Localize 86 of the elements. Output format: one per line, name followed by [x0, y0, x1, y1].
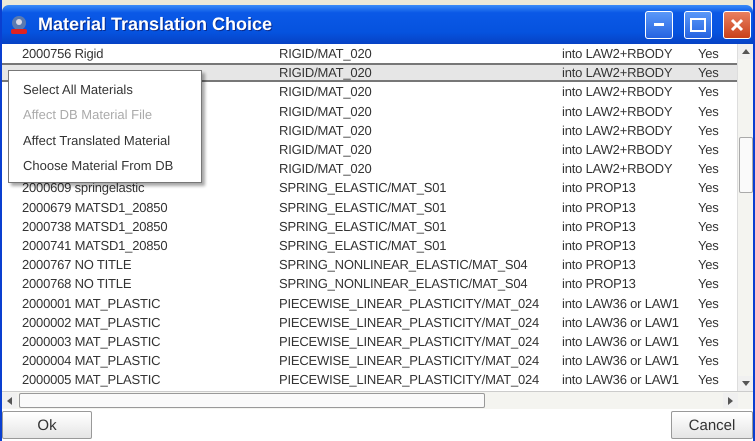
- maximize-button[interactable]: [684, 10, 712, 38]
- table-cell[interactable]: into PROP13: [562, 255, 698, 274]
- table-cell[interactable]: Yes: [698, 198, 737, 217]
- table-cell[interactable]: PIECEWISE_LINEAR_PLASTICITY/MAT_024: [279, 312, 562, 332]
- table-cell[interactable]: Yes: [698, 255, 737, 274]
- table-cell[interactable]: into LAW36 or LAW1: [562, 351, 698, 370]
- table-cell[interactable]: Yes: [698, 159, 737, 178]
- table-cell[interactable]: into LAW2+RBODY: [562, 82, 698, 102]
- table-cell[interactable]: Yes: [698, 102, 737, 121]
- table-cell[interactable]: into PROP13: [562, 198, 698, 217]
- table-cell[interactable]: Yes: [698, 44, 737, 64]
- close-button[interactable]: [723, 10, 751, 38]
- table-cell[interactable]: into LAW36 or LAW1: [562, 293, 698, 313]
- table-cell[interactable]: Yes: [698, 293, 737, 313]
- cancel-button[interactable]: Cancel: [671, 411, 753, 439]
- table-cell[interactable]: 2000679 MATSD1_20850: [22, 198, 279, 217]
- table-cell[interactable]: into LAW36 or LAW1: [562, 312, 698, 332]
- table-cell[interactable]: RIGID/MAT_020: [279, 102, 562, 121]
- table-cell[interactable]: SPRING_ELASTIC/MAT_S01: [279, 216, 562, 236]
- maximize-icon: [690, 18, 706, 32]
- table-cell[interactable]: SPRING_ELASTIC/MAT_S01: [279, 236, 562, 256]
- menu-item[interactable]: Affect Translated Material: [9, 128, 201, 153]
- table-cell[interactable]: into PROP13: [562, 178, 698, 198]
- scrollbar-thumb[interactable]: [19, 393, 485, 408]
- table-cell[interactable]: Yes: [698, 312, 737, 332]
- table-cell[interactable]: 2000767 NO TITLE: [22, 255, 279, 274]
- table-cell[interactable]: Yes: [698, 120, 737, 140]
- table-cell[interactable]: PIECEWISE_LINEAR_PLASTICITY/MAT_024: [279, 351, 562, 370]
- app-icon: [8, 14, 30, 36]
- table-cell[interactable]: Yes: [698, 178, 737, 198]
- table-cell[interactable]: into LAW2+RBODY: [562, 159, 698, 178]
- table-cell[interactable]: into LAW2+RBODY: [562, 63, 698, 82]
- table-cell[interactable]: Yes: [698, 236, 737, 256]
- table-cell[interactable]: SPRING_NONLINEAR_ELASTIC/MAT_S04: [279, 255, 562, 274]
- vertical-scrollbar[interactable]: [737, 44, 753, 391]
- table-cell[interactable]: Yes: [698, 351, 737, 370]
- scroll-down-icon[interactable]: [742, 380, 750, 388]
- table-cell[interactable]: RIGID/MAT_020: [279, 82, 562, 102]
- table-cell[interactable]: 2000004 MAT_PLASTIC: [22, 351, 279, 370]
- table-cell[interactable]: Yes: [698, 274, 737, 294]
- table-cell[interactable]: RIGID/MAT_020: [279, 44, 562, 64]
- table-cell[interactable]: 2000738 MATSD1_20850: [22, 216, 279, 236]
- table-cell[interactable]: into LAW2+RBODY: [562, 102, 698, 121]
- table-cell[interactable]: Yes: [698, 63, 737, 82]
- minimize-icon: [654, 22, 664, 26]
- table-cell[interactable]: SPRING_NONLINEAR_ELASTIC/MAT_S04: [279, 274, 562, 294]
- table-cell[interactable]: into PROP13: [562, 236, 698, 256]
- ok-button[interactable]: Ok: [2, 411, 92, 439]
- table-cell[interactable]: SPRING_ELASTIC/MAT_S01: [279, 198, 562, 217]
- table-cell[interactable]: RIGID/MAT_020: [279, 159, 562, 178]
- table-cell[interactable]: 2000741 MATSD1_20850: [22, 236, 279, 256]
- table-cell[interactable]: 2000001 MAT_PLASTIC: [22, 293, 279, 313]
- table-cell[interactable]: 2000756 Rigid: [22, 44, 279, 64]
- table-cell[interactable]: into PROP13: [562, 274, 698, 294]
- table-cell[interactable]: into LAW36 or LAW1: [562, 370, 698, 390]
- table-cell[interactable]: into LAW2+RBODY: [562, 140, 698, 160]
- menu-item[interactable]: Select All Materials: [9, 77, 201, 102]
- table-cell[interactable]: RIGID/MAT_020: [279, 63, 562, 82]
- table-cell[interactable]: SPRING_ELASTIC/MAT_S01: [279, 178, 562, 198]
- table-cell[interactable]: Yes: [698, 82, 737, 102]
- table-cell[interactable]: 2000005 MAT_PLASTIC: [22, 370, 279, 390]
- table-cell[interactable]: into LAW2+RBODY: [562, 44, 698, 64]
- horizontal-scrollbar[interactable]: [2, 391, 753, 409]
- table-cell[interactable]: PIECEWISE_LINEAR_PLASTICITY/MAT_024: [279, 293, 562, 313]
- table-cell[interactable]: PIECEWISE_LINEAR_PLASTICITY/MAT_024: [279, 332, 562, 351]
- table-cell[interactable]: into PROP13: [562, 216, 698, 236]
- table-cell[interactable]: Yes: [698, 332, 737, 351]
- scrollbar-thumb[interactable]: [739, 137, 753, 193]
- scroll-right-icon[interactable]: [726, 396, 734, 404]
- table-cell[interactable]: RIGID/MAT_020: [279, 140, 562, 160]
- table-cell[interactable]: 2000003 MAT_PLASTIC: [22, 332, 279, 351]
- table-cell[interactable]: Yes: [698, 216, 737, 236]
- scroll-left-icon[interactable]: [6, 396, 14, 404]
- table-cell[interactable]: into LAW2+RBODY: [562, 120, 698, 140]
- table-cell[interactable]: Yes: [698, 370, 737, 390]
- table-cell[interactable]: 2000768 NO TITLE: [22, 274, 279, 294]
- table-cell[interactable]: Yes: [698, 140, 737, 160]
- table-cell[interactable]: 2000002 MAT_PLASTIC: [22, 312, 279, 332]
- table-cell[interactable]: PIECEWISE_LINEAR_PLASTICITY/MAT_024: [279, 370, 562, 390]
- scroll-up-icon[interactable]: [742, 48, 750, 56]
- minimize-button[interactable]: [645, 10, 673, 38]
- menu-item[interactable]: Choose Material From DB: [9, 152, 201, 178]
- close-icon: [730, 18, 744, 32]
- table-cell[interactable]: into LAW36 or LAW1: [562, 332, 698, 351]
- table-cell[interactable]: RIGID/MAT_020: [279, 120, 562, 140]
- window-title: Material Translation Choice: [38, 14, 274, 35]
